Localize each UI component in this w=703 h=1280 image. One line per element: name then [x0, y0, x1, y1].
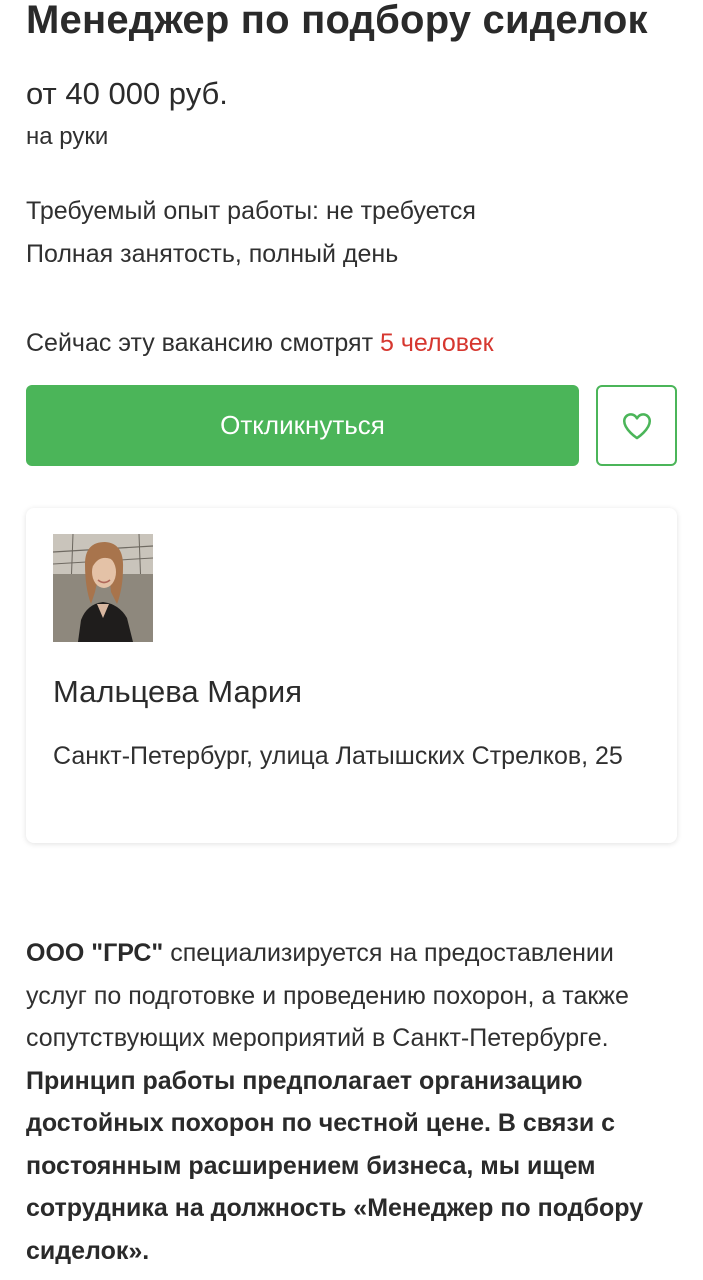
vacancy-description: ООО "ГРС" специализируется на предоставл…	[26, 932, 676, 1272]
contact-name: Мальцева Мария	[53, 674, 303, 709]
contact-photo	[53, 534, 153, 642]
company-name: ООО "ГРС"	[26, 939, 164, 967]
experience-requirement: Требуемый опыт работы: не требуется	[26, 197, 476, 225]
viewers-count: 5 человек	[380, 329, 494, 357]
avatar[interactable]	[53, 534, 153, 642]
vacancy-title: Менеджер по подбору сиделок	[26, 0, 648, 42]
description-bold-text: Принцип работы предполагает организацию …	[26, 1066, 644, 1265]
contact-card: Мальцева Мария Санкт-Петербург, улица Ла…	[26, 508, 677, 843]
salary-note: на руки	[26, 123, 109, 150]
vacancy-page: Менеджер по подбору сиделок от 40 000 ру…	[0, 0, 703, 1280]
salary: от 40 000 руб.	[26, 76, 228, 111]
contact-address: Санкт-Петербург, улица Латышских Стрелко…	[53, 742, 623, 770]
heart-icon	[622, 412, 651, 439]
employment-type: Полная занятость, полный день	[26, 240, 399, 268]
viewers-prefix: Сейчас эту вакансию смотрят	[26, 329, 380, 357]
apply-button[interactable]: Откликнуться	[26, 385, 579, 466]
viewers-notice: Сейчас эту вакансию смотрят 5 человек	[26, 325, 494, 361]
favorite-button[interactable]	[596, 385, 677, 466]
